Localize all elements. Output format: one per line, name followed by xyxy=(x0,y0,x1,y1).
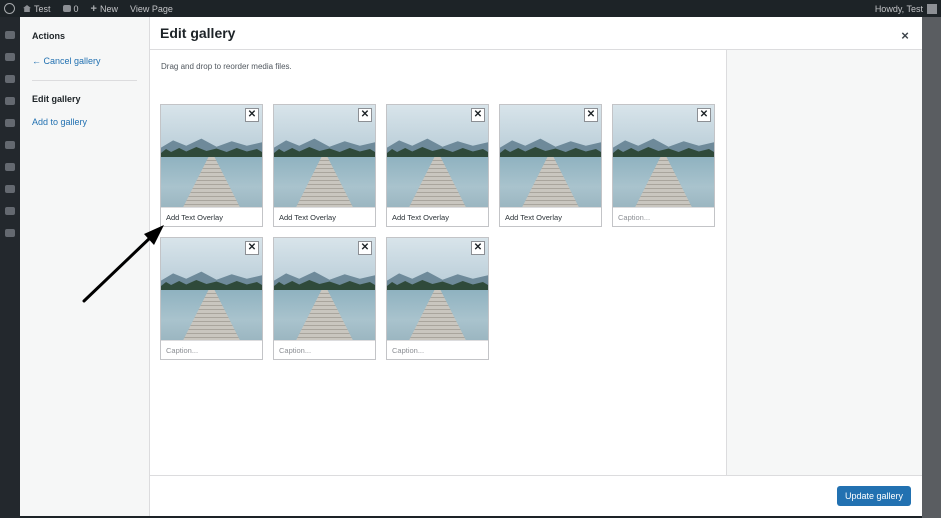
gallery-item[interactable]: ✕ Caption... xyxy=(612,104,715,227)
gallery-item[interactable]: ✕ Caption... xyxy=(386,237,489,360)
admin-sidebar-background xyxy=(0,17,20,518)
plus-icon: + xyxy=(90,2,97,15)
gallery-item[interactable]: ✕ Add Text Overlay xyxy=(273,104,376,227)
gallery-item[interactable]: ✕ Add Text Overlay xyxy=(160,104,263,227)
tools-icon xyxy=(5,207,15,215)
modal-toolbar: Update gallery xyxy=(150,475,922,516)
media-modal: Actions ← Cancel gallery Edit gallery Ad… xyxy=(20,17,922,516)
menu-item-add-to-gallery[interactable]: Add to gallery xyxy=(32,117,87,127)
media-icon xyxy=(5,75,15,83)
comment-bubble-icon xyxy=(62,5,71,12)
caption-field[interactable]: Add Text Overlay xyxy=(161,207,262,226)
view-page-link[interactable]: View Page xyxy=(130,4,173,14)
posts-icon xyxy=(5,53,15,61)
remove-icon[interactable]: ✕ xyxy=(471,241,485,255)
remove-icon[interactable]: ✕ xyxy=(471,108,485,122)
caption-field[interactable]: Caption... xyxy=(161,340,262,359)
admin-bar: Test 0 + New View Page Howdy, Test xyxy=(0,0,941,17)
close-icon[interactable]: × xyxy=(896,27,914,45)
remove-icon[interactable]: ✕ xyxy=(245,241,259,255)
pages-icon xyxy=(5,97,15,105)
gallery-item[interactable]: ✕ Caption... xyxy=(160,237,263,360)
attachment-details-sidebar xyxy=(726,50,922,475)
remove-icon[interactable]: ✕ xyxy=(358,108,372,122)
comments-link[interactable]: 0 xyxy=(62,4,79,14)
caption-field[interactable]: Add Text Overlay xyxy=(500,207,601,226)
caption-field[interactable]: Add Text Overlay xyxy=(387,207,488,226)
menu-item-edit-gallery[interactable]: Edit gallery xyxy=(32,94,81,104)
users-icon xyxy=(5,185,15,193)
instructions-text: Drag and drop to reorder media files. xyxy=(161,62,292,71)
remove-icon[interactable]: ✕ xyxy=(358,241,372,255)
wordpress-logo-icon[interactable] xyxy=(4,3,15,14)
gallery-item[interactable]: ✕ Caption... xyxy=(273,237,376,360)
dashboard-icon xyxy=(5,31,15,39)
caption-field[interactable]: Add Text Overlay xyxy=(274,207,375,226)
plugins-icon xyxy=(5,163,15,171)
account-menu[interactable]: Howdy, Test xyxy=(875,0,937,17)
menu-separator xyxy=(32,80,137,81)
remove-icon[interactable]: ✕ xyxy=(584,108,598,122)
home-icon xyxy=(23,5,31,12)
caption-field[interactable]: Caption... xyxy=(274,340,375,359)
site-name-link[interactable]: Test xyxy=(23,4,51,14)
cancel-gallery-link[interactable]: ← Cancel gallery xyxy=(32,56,101,66)
avatar-icon xyxy=(927,3,937,14)
gallery-item[interactable]: ✕ Add Text Overlay xyxy=(386,104,489,227)
caption-field[interactable]: Caption... xyxy=(387,340,488,359)
caption-field[interactable]: Caption... xyxy=(613,207,714,226)
remove-icon[interactable]: ✕ xyxy=(697,108,711,122)
modal-title: Edit gallery xyxy=(160,25,236,41)
remove-icon[interactable]: ✕ xyxy=(245,108,259,122)
greeting-text: Howdy, Test xyxy=(874,3,923,14)
comments-icon xyxy=(5,119,15,127)
appearance-icon xyxy=(5,141,15,149)
gallery-item[interactable]: ✕ Add Text Overlay xyxy=(499,104,602,227)
actions-heading: Actions xyxy=(32,31,66,41)
update-gallery-button[interactable]: Update gallery xyxy=(837,486,911,506)
new-content-link[interactable]: + New xyxy=(91,3,118,15)
settings-icon xyxy=(5,229,15,237)
media-menu: Actions ← Cancel gallery Edit gallery Ad… xyxy=(20,17,150,516)
editor-background xyxy=(922,17,941,518)
